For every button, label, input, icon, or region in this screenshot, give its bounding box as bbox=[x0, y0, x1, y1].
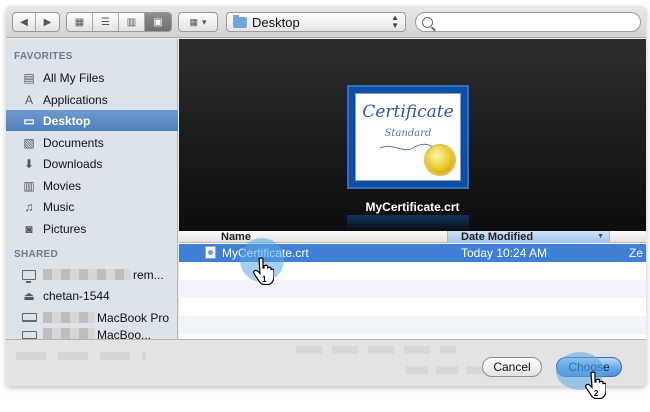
list-view-button[interactable]: ☰ bbox=[93, 13, 119, 31]
certificate-thumbnail[interactable]: Certificate Standard bbox=[347, 85, 469, 189]
icon-view-icon: ▦ bbox=[74, 16, 85, 28]
dialog-button-bar: Cancel Choose bbox=[6, 339, 646, 386]
cover-flow-button[interactable]: ▣ bbox=[145, 13, 171, 31]
sidebar-item-pictures[interactable]: ◙ Pictures bbox=[6, 218, 178, 239]
sidebar-item-desktop[interactable]: ▭ Desktop bbox=[6, 110, 178, 131]
network-disk-icon: ⏏ bbox=[23, 288, 35, 303]
all-files-icon: ▤ bbox=[23, 70, 35, 85]
empty-row bbox=[179, 316, 646, 334]
movies-icon: ▥ bbox=[23, 178, 35, 193]
redacted-name bbox=[43, 269, 131, 280]
cover-flow-icon: ▣ bbox=[153, 16, 163, 28]
monitor-icon bbox=[21, 267, 37, 283]
sort-descending-icon: ▼ bbox=[597, 233, 604, 240]
sidebar: FAVORITES ▤ All My Files A Applications … bbox=[6, 39, 178, 339]
favorites-header: FAVORITES bbox=[14, 51, 73, 62]
sidebar-item-label: MacBook Pro bbox=[97, 310, 170, 325]
background-ghost-text bbox=[296, 346, 456, 354]
search-input[interactable] bbox=[415, 12, 641, 32]
laptop-icon bbox=[21, 310, 37, 325]
certificate-title: Certificate bbox=[362, 102, 454, 122]
cover-flow-preview: Certificate Standard MyCertificate.crt bbox=[179, 39, 646, 231]
sidebar-item-label: All My Files bbox=[43, 70, 105, 85]
certificate-page: Certificate Standard bbox=[355, 93, 461, 181]
sidebar-item-label: Desktop bbox=[43, 113, 91, 128]
sidebar-item-chetan-1544[interactable]: ⏏ chetan-1544 bbox=[6, 285, 178, 306]
applications-icon: A bbox=[24, 92, 33, 107]
folder-icon bbox=[233, 14, 247, 28]
sidebar-item-macbook-pro[interactable]: MacBook Pro bbox=[6, 307, 178, 328]
column-view-button[interactable]: ▥ bbox=[119, 13, 145, 31]
view-mode-control: ▦ ☰ ▥ ▣ bbox=[66, 12, 172, 32]
sidebar-item-label: Music bbox=[43, 199, 75, 214]
open-file-dialog: ◀ ▶ ▦ ☰ ▥ ▣ ▦ ▾ Desktop ▲ ▼ FAVORITES ▤ … bbox=[6, 6, 646, 386]
sidebar-item-label: Movies bbox=[43, 178, 82, 193]
sidebar-item-label: chetan-1544 bbox=[43, 288, 110, 303]
column-header-name[interactable]: Name bbox=[221, 231, 251, 243]
pictures-icon: ◙ bbox=[25, 221, 33, 236]
icon-view-button[interactable]: ▦ bbox=[67, 13, 93, 31]
thumbnail-reflection bbox=[347, 215, 469, 231]
redacted-name bbox=[43, 312, 95, 323]
step-number-2: 2 bbox=[594, 389, 599, 398]
empty-row bbox=[179, 280, 646, 298]
sidebar-item-label: Documents bbox=[43, 135, 104, 150]
toolbar: ◀ ▶ ▦ ☰ ▥ ▣ ▦ ▾ Desktop ▲ ▼ bbox=[6, 6, 646, 38]
sidebar-item-documents[interactable]: ▧ Documents bbox=[6, 132, 178, 153]
forward-button[interactable]: ▶ bbox=[36, 13, 59, 31]
back-button[interactable]: ◀ bbox=[13, 13, 37, 31]
cancel-button[interactable]: Cancel bbox=[482, 357, 542, 377]
sidebar-item-all-my-files[interactable]: ▤ All My Files bbox=[6, 67, 178, 88]
sidebar-item-label: Pictures bbox=[43, 221, 87, 236]
sidebar-item-macbook[interactable]: MacBoo... bbox=[6, 328, 178, 339]
column-header-date-modified[interactable]: Date Modified ▼ bbox=[447, 231, 609, 243]
sidebar-item-applications[interactable]: A Applications bbox=[6, 89, 178, 110]
chevron-down-icon: ▾ bbox=[201, 16, 207, 27]
back-forward-control: ◀ ▶ bbox=[12, 12, 60, 32]
sidebar-item-label: Applications bbox=[43, 92, 108, 107]
screenshot-stage: ◀ ▶ ▦ ☰ ▥ ▣ ▦ ▾ Desktop ▲ ▼ FAVORITES ▤ … bbox=[0, 0, 650, 412]
forward-arrow-icon: ▶ bbox=[43, 16, 52, 28]
downloads-icon: ⬇ bbox=[23, 156, 35, 171]
preview-caption: MyCertificate.crt bbox=[365, 200, 460, 214]
sidebar-item-movies[interactable]: ▥ Movies bbox=[6, 175, 178, 196]
column-view-icon: ▥ bbox=[126, 16, 137, 28]
grid-icon: ▦ bbox=[189, 16, 198, 27]
sidebar-item-downloads[interactable]: ⬇ Downloads bbox=[6, 153, 178, 174]
shared-header: SHARED bbox=[14, 249, 59, 260]
location-label: Desktop bbox=[252, 14, 300, 30]
empty-row bbox=[179, 298, 646, 316]
certificate-subtitle: Standard bbox=[384, 128, 432, 139]
step-number-1: 1 bbox=[262, 275, 267, 284]
certificate-file-icon bbox=[205, 246, 216, 259]
sidebar-item-music[interactable]: ♫ Music bbox=[6, 196, 178, 217]
sidebar-item-label: MacBoo... bbox=[97, 328, 152, 339]
file-date: Today 10:24 AM bbox=[461, 246, 548, 260]
file-extra-column: Ze bbox=[629, 246, 644, 260]
arrange-menu-button[interactable]: ▦ ▾ bbox=[178, 12, 218, 32]
music-icon: ♫ bbox=[24, 199, 34, 214]
documents-icon: ▧ bbox=[23, 135, 35, 150]
laptop-icon bbox=[21, 328, 37, 339]
sidebar-item-label: rem... bbox=[133, 267, 164, 282]
sidebar-item-label: Downloads bbox=[43, 156, 103, 171]
redacted-name bbox=[43, 328, 95, 339]
desktop-icon: ▭ bbox=[23, 113, 35, 128]
seal-icon bbox=[426, 146, 454, 174]
list-view-icon: ☰ bbox=[101, 16, 110, 28]
up-down-chevron-icon: ▲ ▼ bbox=[391, 13, 399, 30]
background-ghost-text bbox=[406, 366, 486, 374]
search-icon bbox=[422, 16, 433, 28]
sidebar-item-shared-remote[interactable]: rem... bbox=[6, 264, 178, 285]
location-popup[interactable]: Desktop ▲ ▼ bbox=[226, 12, 406, 32]
column-header-label: Date Modified bbox=[461, 231, 534, 243]
back-arrow-icon: ◀ bbox=[20, 16, 28, 28]
column-header-extra[interactable] bbox=[609, 231, 646, 243]
background-ghost-text bbox=[16, 352, 146, 360]
